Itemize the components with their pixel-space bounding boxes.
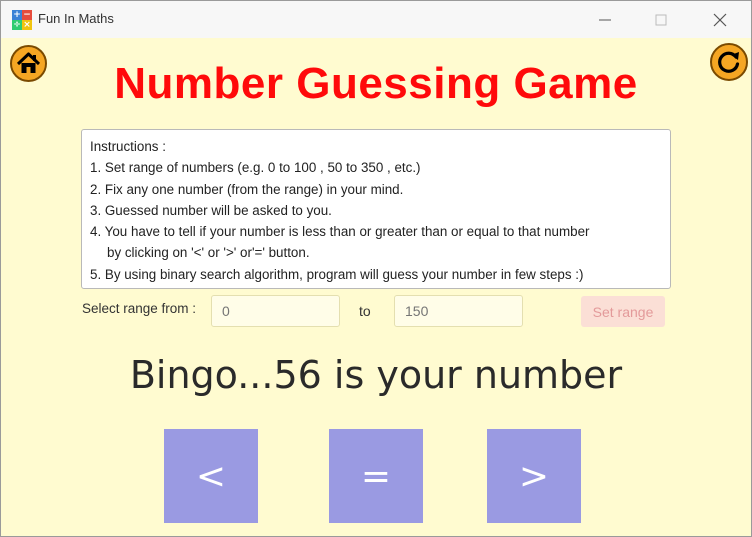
greater-than-button[interactable]: >: [487, 429, 581, 523]
range-to-label: to: [359, 303, 371, 319]
instructions-heading: Instructions :: [90, 139, 166, 154]
instruction-line: 5. By using binary search algorithm, pro…: [90, 266, 584, 282]
app-icon-plus: +: [12, 10, 22, 20]
result-message: Bingo...56 is your number: [129, 353, 623, 397]
equal-button[interactable]: =: [329, 429, 423, 523]
minimize-button[interactable]: [586, 7, 626, 33]
range-from-input[interactable]: [211, 295, 340, 327]
instructions-box: Instructions : 1. Set range of numbers (…: [81, 129, 671, 289]
range-label: Select range from :: [82, 301, 197, 316]
instruction-line: by clicking on '<' or '>' or'=' button.: [107, 245, 310, 261]
minimize-icon: [599, 19, 611, 21]
maximize-icon: [655, 14, 667, 26]
window-title: Fun In Maths: [38, 11, 114, 26]
range-to-input[interactable]: [394, 295, 523, 327]
app-icon-minus: −: [22, 10, 32, 20]
maximize-button[interactable]: [642, 7, 682, 33]
app-icon-divide: ÷: [12, 20, 22, 30]
title-bar: + − ÷ × Fun In Maths: [1, 1, 751, 38]
app-icon-multiply: ×: [22, 20, 32, 30]
instruction-line: 1. Set range of numbers (e.g. 0 to 100 ,…: [90, 160, 421, 176]
instruction-line: 3. Guessed number will be asked to you.: [90, 202, 332, 218]
close-icon: [713, 13, 727, 27]
app-window: + − ÷ × Fun In Maths Number Guessing Gam…: [0, 0, 752, 537]
instruction-line: 2. Fix any one number (from the range) i…: [90, 181, 404, 197]
page-title: Number Guessing Game: [114, 59, 638, 108]
less-than-button[interactable]: <: [164, 429, 258, 523]
close-button[interactable]: [701, 7, 741, 33]
instruction-line: 4. You have to tell if your number is le…: [90, 224, 590, 240]
set-range-button[interactable]: Set range: [581, 296, 665, 327]
app-icon: + − ÷ ×: [12, 10, 32, 30]
